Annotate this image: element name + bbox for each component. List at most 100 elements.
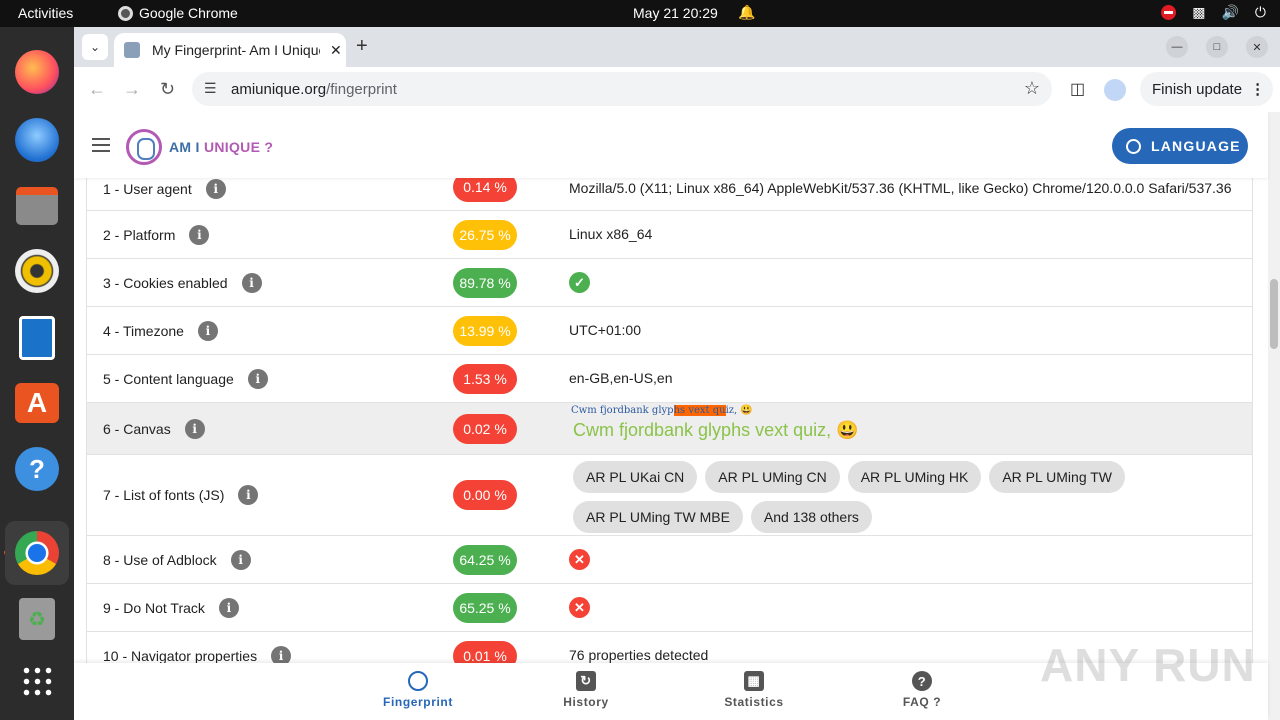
side-panel-icon[interactable]: ◫ bbox=[1070, 79, 1085, 99]
dock-firefox[interactable] bbox=[11, 46, 63, 98]
dock-thunderbird[interactable] bbox=[11, 114, 63, 166]
info-icon[interactable]: i bbox=[247, 369, 268, 389]
system-tray[interactable]: ▩ 🔊 ⏻ bbox=[1161, 4, 1266, 21]
close-icon[interactable]: ✕ bbox=[330, 42, 342, 59]
table-row: 4 - Timezone i 13.99 % UTC+01:00 bbox=[87, 307, 1252, 355]
files-icon bbox=[16, 187, 58, 225]
site-logo-text[interactable]: AM I UNIQUE ? bbox=[169, 139, 273, 155]
nav-label: History bbox=[563, 695, 609, 709]
similarity-badge: 0.00 % bbox=[453, 480, 517, 510]
canvas-render-large: Cwm fjordbank glyphs vext quiz, 😃 bbox=[573, 420, 859, 440]
site-favicon-icon bbox=[124, 42, 140, 58]
bookmark-star-icon[interactable]: ☆ bbox=[1024, 78, 1040, 99]
scrollbar-thumb[interactable] bbox=[1270, 279, 1278, 349]
dock-files[interactable] bbox=[11, 180, 63, 232]
cross-icon: ✕ bbox=[569, 597, 590, 618]
nav-label: Fingerprint bbox=[383, 695, 453, 709]
system-top-bar: Activities Google Chrome May 21 20:29 🔔 … bbox=[0, 0, 1280, 27]
attribute-label: 3 - Cookies enabled i bbox=[103, 273, 262, 293]
similarity-badge: 89.78 % bbox=[453, 268, 517, 298]
finish-update-button[interactable]: Finish update ⋮ bbox=[1140, 72, 1273, 106]
font-list: AR PL UKai CN AR PL UMing CN AR PL UMing… bbox=[573, 461, 1233, 533]
help-icon: ? bbox=[15, 447, 59, 491]
bell-icon: 🔔 bbox=[738, 4, 756, 20]
similarity-badge: 26.75 % bbox=[453, 220, 517, 250]
dock-writer[interactable] bbox=[11, 312, 63, 364]
chrome-icon bbox=[15, 531, 59, 575]
fingerprint-logo-icon[interactable] bbox=[126, 129, 162, 165]
similarity-badge: 0.02 % bbox=[453, 414, 517, 444]
language-button[interactable]: LANGUAGE bbox=[1112, 128, 1248, 164]
dock-app-center[interactable]: A bbox=[11, 377, 63, 429]
close-window-button[interactable]: ✕ bbox=[1246, 36, 1268, 58]
nav-history[interactable]: ↻ History bbox=[526, 671, 646, 709]
address-bar[interactable]: ☰ amiunique.org/fingerprint ☆ bbox=[192, 72, 1052, 106]
attribute-label: 6 - Canvas i bbox=[103, 419, 205, 439]
more-fonts-chip[interactable]: And 138 others bbox=[750, 501, 872, 533]
update-label: Finish update bbox=[1152, 80, 1243, 98]
back-button[interactable]: ← bbox=[88, 79, 106, 100]
info-icon[interactable]: i bbox=[238, 485, 259, 505]
writer-icon bbox=[19, 316, 55, 360]
dock-help[interactable]: ? bbox=[11, 443, 63, 495]
dock-chrome[interactable] bbox=[5, 521, 69, 585]
info-icon[interactable]: i bbox=[230, 550, 251, 570]
new-tab-button[interactable]: + bbox=[356, 35, 368, 58]
clock[interactable]: May 21 20:29 bbox=[633, 5, 718, 21]
language-label: LANGUAGE bbox=[1151, 138, 1241, 154]
activities-button[interactable]: Activities bbox=[18, 5, 73, 21]
info-icon[interactable]: i bbox=[205, 179, 226, 199]
attribute-value: ✓ bbox=[569, 272, 590, 293]
trash-icon: ♻ bbox=[19, 598, 55, 640]
dock: A ? ♻ bbox=[0, 27, 74, 720]
font-chip: AR PL UMing HK bbox=[847, 461, 982, 493]
page-scrollbar[interactable] bbox=[1268, 112, 1280, 720]
maximize-button[interactable]: □ bbox=[1206, 36, 1228, 58]
nav-fingerprint[interactable]: Fingerprint bbox=[358, 671, 478, 709]
info-icon[interactable]: i bbox=[184, 419, 205, 439]
info-icon[interactable]: i bbox=[189, 225, 210, 245]
font-chip: AR PL UKai CN bbox=[573, 461, 698, 493]
tab-search-button[interactable]: ⌄ bbox=[82, 34, 108, 60]
tab-strip: ⌄ My Fingerprint- Am I Unique ✕ + — □ ✕ bbox=[74, 27, 1280, 67]
do-not-disturb-icon bbox=[1161, 5, 1177, 20]
similarity-badge: 64.25 % bbox=[453, 545, 517, 575]
profile-avatar[interactable] bbox=[1104, 79, 1126, 101]
attribute-label: 5 - Content language i bbox=[103, 369, 268, 389]
dock-trash[interactable]: ♻ bbox=[11, 593, 63, 645]
menu-kebab-icon: ⋮ bbox=[1250, 81, 1266, 98]
info-icon[interactable]: i bbox=[197, 321, 218, 341]
info-icon[interactable]: i bbox=[241, 273, 262, 293]
firefox-icon bbox=[15, 50, 59, 94]
forward-button[interactable]: → bbox=[123, 79, 141, 100]
app-name: Google Chrome bbox=[139, 5, 238, 21]
font-chip: AR PL UMing TW bbox=[989, 461, 1126, 493]
nav-label: Statistics bbox=[724, 695, 784, 709]
attribute-value: 76 properties detected bbox=[569, 647, 709, 663]
volume-icon: 🔊 bbox=[1221, 4, 1239, 20]
info-icon[interactable]: i bbox=[218, 598, 239, 618]
similarity-badge: 1.53 % bbox=[453, 364, 517, 394]
dock-rhythmbox[interactable] bbox=[11, 245, 63, 297]
attribute-value: Mozilla/5.0 (X11; Linux x86_64) AppleWeb… bbox=[569, 180, 1232, 196]
app-menu[interactable]: Google Chrome bbox=[118, 5, 238, 21]
minimize-button[interactable]: — bbox=[1166, 36, 1188, 58]
table-row: 9 - Do Not Track i 65.25 % ✕ bbox=[87, 584, 1252, 632]
attribute-label: 9 - Do Not Track i bbox=[103, 598, 239, 618]
nav-label: FAQ ? bbox=[902, 695, 942, 709]
tab-title: My Fingerprint- Am I Unique bbox=[152, 42, 320, 58]
site-info-icon[interactable]: ☰ bbox=[204, 80, 217, 97]
hamburger-menu-icon[interactable] bbox=[92, 138, 110, 152]
table-row: 6 - Canvas i 0.02 % Cwm fjordbank glyphs … bbox=[87, 403, 1252, 455]
site-header: AM I UNIQUE ? LANGUAGE bbox=[74, 112, 1268, 178]
nav-statistics[interactable]: ▦ Statistics bbox=[694, 671, 814, 709]
show-apps-button[interactable] bbox=[11, 655, 63, 707]
tab-fingerprint[interactable]: My Fingerprint- Am I Unique ✕ bbox=[114, 33, 346, 67]
nav-faq[interactable]: ? FAQ ? bbox=[862, 671, 982, 709]
table-row: 2 - Platform i 26.75 % Linux x86_64 bbox=[87, 211, 1252, 259]
bar-chart-icon: ▦ bbox=[744, 671, 764, 691]
anyrun-watermark: ANY RUN bbox=[1040, 639, 1256, 691]
canvas-render-small: Cwm fjordbank glyphs vext quiz, 😃 bbox=[571, 405, 753, 416]
reload-button[interactable]: ↻ bbox=[160, 79, 175, 100]
attribute-label: 8 - Use of Adblock i bbox=[103, 550, 251, 570]
